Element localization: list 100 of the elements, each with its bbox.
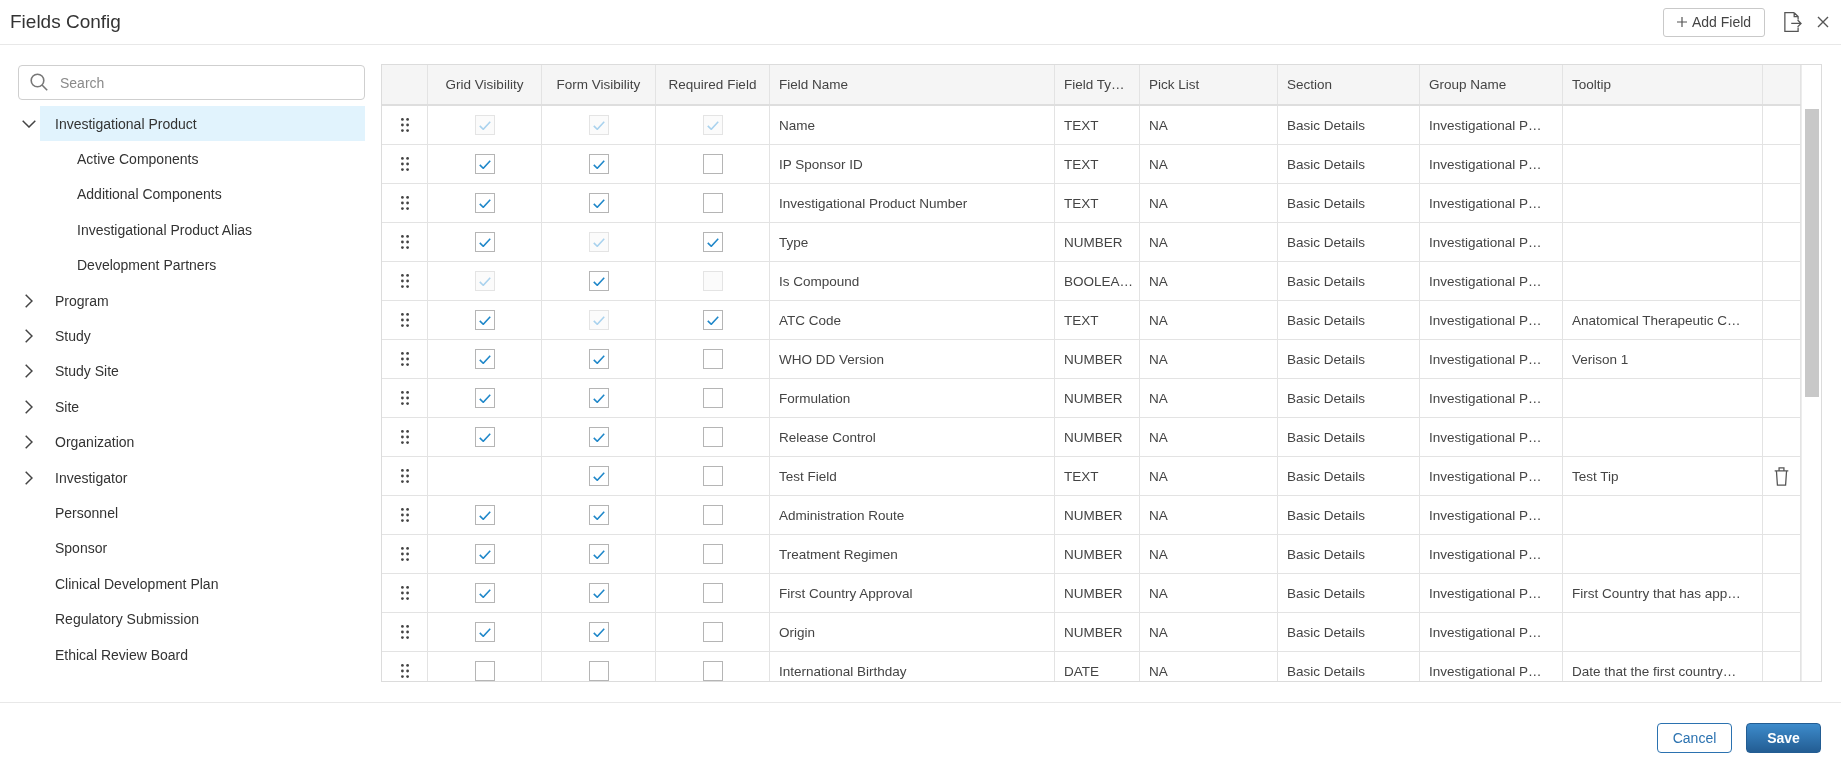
tree-item[interactable]: Investigator <box>40 459 365 496</box>
checkbox[interactable] <box>588 388 609 408</box>
checkbox[interactable] <box>702 154 723 174</box>
checkbox[interactable] <box>702 427 723 447</box>
checkbox[interactable] <box>474 232 495 252</box>
checkbox[interactable] <box>588 271 609 291</box>
drag-handle-icon[interactable] <box>400 313 409 327</box>
tree-item[interactable]: Personnel <box>40 495 365 531</box>
table-cell: Basic Details <box>1278 652 1420 681</box>
tree-item[interactable]: Sponsor <box>40 530 365 567</box>
tree-item[interactable]: Investigational Product Alias <box>40 212 365 248</box>
drag-handle-icon[interactable] <box>400 157 409 171</box>
checkbox[interactable] <box>588 622 609 642</box>
search-field[interactable]: Search <box>18 65 365 100</box>
table-cell: Basic Details <box>1278 457 1420 495</box>
checkbox[interactable] <box>588 193 609 213</box>
table-cell: Name <box>770 106 1055 144</box>
checkbox[interactable] <box>702 388 723 408</box>
checkbox[interactable] <box>702 466 723 486</box>
checkbox[interactable] <box>474 349 495 369</box>
scrollbar[interactable] <box>1804 109 1819 397</box>
chevron-down-icon[interactable] <box>22 119 36 128</box>
drag-handle-icon[interactable] <box>400 235 409 249</box>
checkbox[interactable] <box>702 232 723 252</box>
drag-handle-icon[interactable] <box>400 391 409 405</box>
tree-item[interactable]: Study <box>40 318 365 354</box>
checkmark-icon <box>478 510 491 520</box>
drag-handle-icon[interactable] <box>400 586 409 600</box>
table-cell: Basic Details <box>1278 418 1420 456</box>
checkbox[interactable] <box>474 505 495 525</box>
trash-icon[interactable] <box>1774 466 1789 486</box>
chevron-right-icon[interactable] <box>25 329 33 344</box>
checkbox[interactable] <box>588 544 609 564</box>
chevron-right-icon[interactable] <box>25 399 33 414</box>
column-header: Pick List <box>1148 77 1201 92</box>
drag-handle-icon[interactable] <box>400 274 409 288</box>
drag-handle-icon[interactable] <box>400 118 409 132</box>
tree-item[interactable]: Study Site <box>40 353 365 390</box>
search-icon <box>30 73 48 91</box>
checkbox[interactable] <box>702 622 723 642</box>
add-field-button[interactable]: Add Field <box>1663 7 1765 37</box>
chevron-right-icon[interactable] <box>25 293 33 308</box>
checkbox[interactable] <box>588 349 609 369</box>
drag-handle-icon[interactable] <box>400 196 409 210</box>
drag-handle-icon[interactable] <box>400 547 409 561</box>
checkbox[interactable] <box>588 661 609 681</box>
checkbox[interactable] <box>702 193 723 213</box>
checkbox[interactable] <box>474 583 495 603</box>
checkbox[interactable] <box>702 505 723 525</box>
checkbox[interactable] <box>474 661 495 681</box>
checkbox[interactable] <box>474 622 495 642</box>
drag-handle-icon[interactable] <box>400 469 409 483</box>
column-header: Tooltip <box>1571 77 1613 92</box>
checkbox[interactable] <box>474 154 495 174</box>
tree-item[interactable]: Investigational Product <box>40 106 365 142</box>
checkbox[interactable] <box>474 427 495 447</box>
checkbox[interactable] <box>588 154 609 174</box>
tree-item[interactable]: Active Components <box>40 141 365 177</box>
tree-item[interactable]: Clinical Development Plan <box>40 566 365 602</box>
chevron-right-icon[interactable] <box>25 364 33 379</box>
tree-item[interactable]: Site <box>40 389 365 425</box>
tree-item[interactable]: Regulatory Submission <box>40 601 365 637</box>
drag-handle-icon[interactable] <box>400 352 409 366</box>
checkbox[interactable] <box>702 349 723 369</box>
save-button[interactable]: Save <box>1746 722 1821 753</box>
checkbox[interactable] <box>588 466 609 486</box>
checkbox[interactable] <box>702 661 723 681</box>
tree-item[interactable]: Program <box>40 282 365 319</box>
tree-item[interactable]: Ethical Review Board <box>40 636 365 673</box>
drag-handle-icon[interactable] <box>400 508 409 522</box>
chevron-right-icon[interactable] <box>25 435 33 450</box>
table-cell: TEXT <box>1055 301 1140 339</box>
checkbox[interactable] <box>588 505 609 525</box>
checkbox[interactable] <box>702 583 723 603</box>
checkbox[interactable] <box>474 193 495 213</box>
checkmark-icon <box>592 159 605 169</box>
drag-handle-icon[interactable] <box>400 625 409 639</box>
drag-handle-icon[interactable] <box>400 430 409 444</box>
table-cell: Investigational Product Number <box>770 184 1055 222</box>
checkbox[interactable] <box>474 544 495 564</box>
checkbox[interactable] <box>474 388 495 408</box>
checkmark-icon <box>478 432 491 442</box>
tree-item[interactable]: Organization <box>40 424 365 460</box>
tree-item[interactable]: Development Partners <box>40 247 365 283</box>
checkbox[interactable] <box>588 427 609 447</box>
dialog-title: Fields Config <box>10 11 121 33</box>
close-icon[interactable] <box>1817 16 1829 28</box>
drag-handle-icon[interactable] <box>400 664 409 678</box>
document-arrow-icon[interactable] <box>1784 12 1802 32</box>
table-cell: Investigational P… <box>1420 106 1563 144</box>
table-cell: NA <box>1140 340 1278 378</box>
checkbox[interactable] <box>702 544 723 564</box>
column-header: Required Field <box>668 77 757 92</box>
checkbox[interactable] <box>474 310 495 330</box>
chevron-right-icon[interactable] <box>25 470 33 485</box>
cancel-button[interactable]: Cancel <box>1657 722 1732 753</box>
checkbox[interactable] <box>588 583 609 603</box>
column-header: Section <box>1286 77 1334 92</box>
checkbox[interactable] <box>702 310 723 330</box>
tree-item[interactable]: Additional Components <box>40 176 365 213</box>
